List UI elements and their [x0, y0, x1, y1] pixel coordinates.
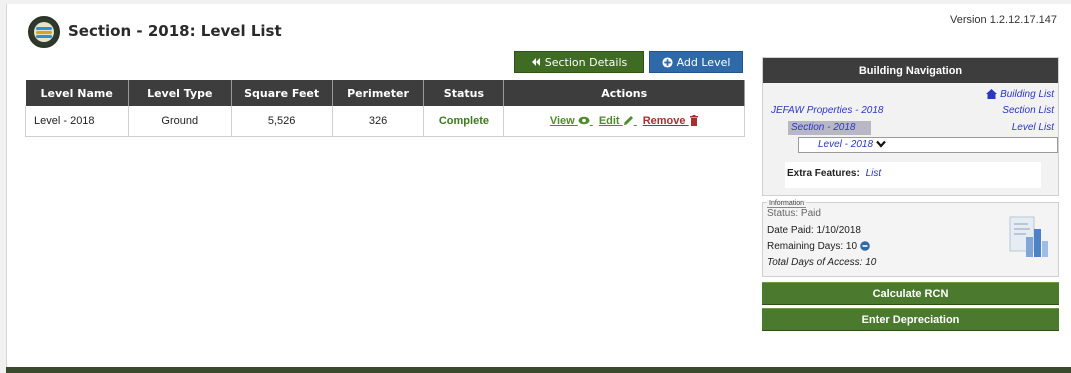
cell-level-type: Ground	[127, 106, 232, 137]
date-paid-text: Date Paid: 1/10/2018	[767, 225, 861, 236]
building-navigation-panel: Building Navigation Building List JEFAW …	[762, 57, 1059, 196]
building-navigation-title: Building Navigation	[763, 58, 1058, 83]
table-row: Level - 2018 Ground 5,526 326 Complete V…	[25, 106, 745, 137]
eye-icon	[578, 117, 590, 125]
edit-link[interactable]: Edit	[599, 115, 637, 127]
home-icon	[986, 89, 998, 100]
remaining-days-row: Remaining Days: 10	[767, 241, 870, 252]
table-header-row: Level Name Level Type Square Feet Perime…	[25, 80, 745, 106]
pencil-icon	[623, 116, 633, 126]
info-circle-icon[interactable]	[860, 241, 870, 252]
edit-label: Edit	[598, 114, 620, 127]
footer-bar	[6, 367, 1071, 373]
building-list-label: Building List	[1000, 89, 1054, 100]
extra-features-list-link[interactable]: List	[866, 168, 882, 179]
app-logo	[28, 16, 60, 48]
section-list-link[interactable]: Section List	[1002, 105, 1054, 116]
property-link[interactable]: JEFAW Properties - 2018	[771, 105, 883, 116]
add-level-label: Add Level	[676, 55, 731, 69]
plus-circle-icon	[662, 56, 673, 68]
column-header-status: Status	[423, 80, 505, 106]
back-arrow-icon	[531, 58, 540, 66]
information-legend: Information	[767, 200, 807, 208]
level-selector-value[interactable]: Level - 2018	[818, 139, 886, 150]
remaining-days-text: Remaining Days: 10	[767, 241, 858, 252]
version-label: Version 1.2.12.17.147	[949, 14, 1057, 26]
remove-link[interactable]: Remove	[643, 115, 699, 127]
total-days-text: Total Days of Access: 10	[767, 257, 877, 268]
section-details-button[interactable]: Section Details	[514, 51, 644, 73]
status-text: Status: Paid	[767, 208, 821, 219]
information-panel: Information Status: Paid Date Paid: 1/10…	[762, 200, 1059, 277]
report-chart-icon	[1009, 216, 1048, 257]
column-header-level-name: Level Name	[25, 80, 129, 106]
calculate-rcn-button[interactable]: Calculate RCN	[762, 282, 1059, 305]
building-list-link[interactable]: Building List	[986, 89, 1054, 100]
view-label: View	[549, 114, 575, 127]
level-list-link[interactable]: Level List	[1012, 122, 1054, 133]
column-header-actions: Actions	[503, 80, 745, 106]
cell-perimeter: 326	[331, 106, 425, 137]
cell-actions: View Edit Remove	[503, 106, 745, 137]
page-title: Section - 2018: Level List	[68, 22, 282, 40]
extra-features-row: Extra Features: List	[787, 168, 881, 179]
enter-depreciation-button[interactable]: Enter Depreciation	[762, 308, 1059, 331]
level-selector-label: Level - 2018	[818, 139, 874, 150]
view-link[interactable]: View	[550, 115, 593, 127]
chevron-down-icon	[876, 141, 886, 149]
section-link[interactable]: Section - 2018	[791, 122, 856, 133]
column-header-perimeter: Perimeter	[332, 80, 425, 106]
section-details-label: Section Details	[544, 55, 628, 69]
cell-square-feet: 5,526	[230, 106, 333, 137]
add-level-button[interactable]: Add Level	[649, 51, 743, 73]
cell-level-name: Level - 2018	[25, 106, 129, 137]
level-table: Level Name Level Type Square Feet Perime…	[25, 80, 745, 137]
cell-status: Complete	[423, 106, 505, 137]
trash-icon	[689, 115, 698, 127]
column-header-square-feet: Square Feet	[231, 80, 333, 106]
extra-features-label: Extra Features:	[787, 168, 860, 179]
column-header-level-type: Level Type	[128, 80, 232, 106]
remove-label: Remove	[642, 114, 686, 127]
